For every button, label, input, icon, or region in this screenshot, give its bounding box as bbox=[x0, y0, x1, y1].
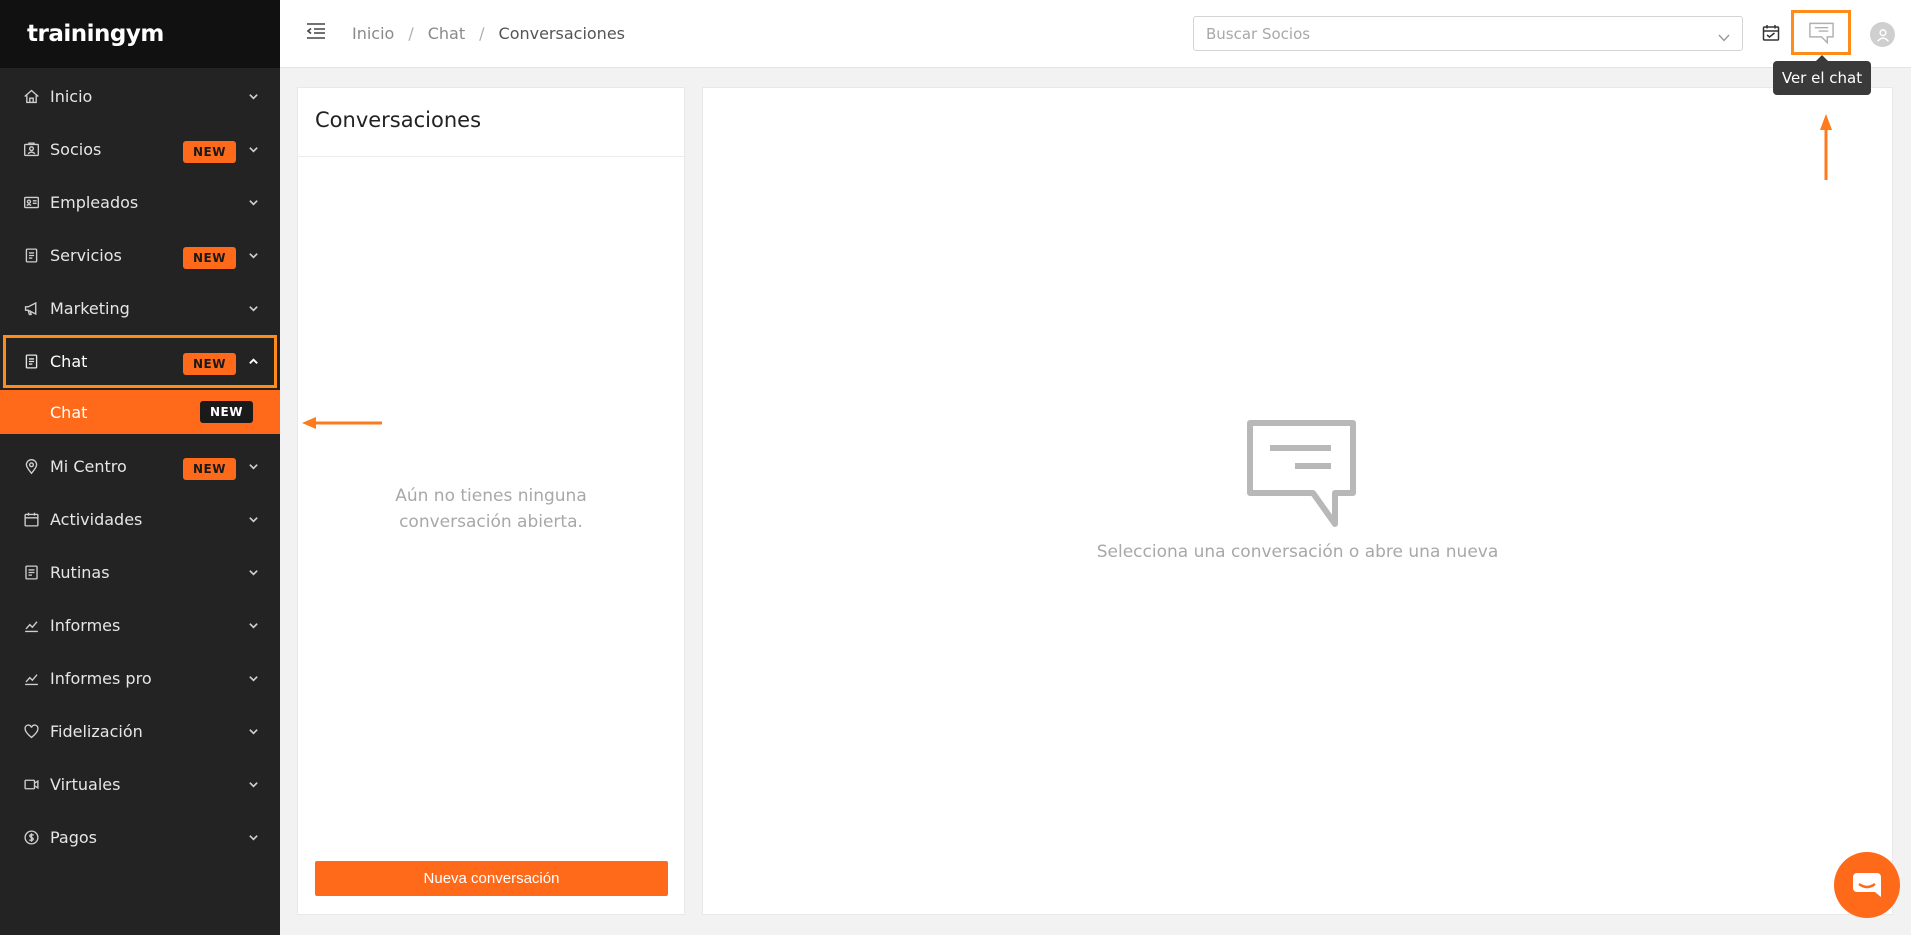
chevron-down-icon bbox=[248, 91, 259, 102]
search-placeholder: Buscar Socios bbox=[1206, 24, 1311, 43]
new-badge: NEW bbox=[200, 401, 253, 423]
conversations-panel: Conversaciones Aún no tienes ninguna con… bbox=[297, 87, 685, 915]
conversations-empty-text: Aún no tienes ninguna conversación abier… bbox=[395, 486, 587, 532]
user-avatar[interactable] bbox=[1870, 22, 1895, 47]
conversation-empty-text: Selecciona una conversación o abre una n… bbox=[1096, 542, 1499, 562]
chevron-down-icon bbox=[1718, 29, 1730, 42]
calendar-check-icon[interactable] bbox=[1762, 24, 1780, 42]
tooltip-text: Ver el chat bbox=[1781, 69, 1863, 87]
sidebar-subitem-chat[interactable]: Chat NEW bbox=[0, 390, 280, 434]
vcard-icon bbox=[23, 194, 40, 211]
chevron-down-icon bbox=[248, 779, 259, 790]
sidebar-item-informes-pro[interactable]: Informes pro bbox=[0, 652, 280, 705]
sidebar-item-chat[interactable]: Chat NEW bbox=[3, 335, 277, 388]
sidebar-item-servicios[interactable]: Servicios NEW bbox=[0, 229, 280, 282]
sidebar-item-label: Informes bbox=[50, 616, 121, 635]
breadcrumb-inicio[interactable]: Inicio bbox=[352, 24, 394, 43]
conversation-view-panel: Selecciona una conversación o abre una n… bbox=[702, 87, 1893, 915]
sidebar-item-label: Empleados bbox=[50, 193, 139, 212]
breadcrumb-separator: / bbox=[408, 24, 414, 43]
megaphone-icon bbox=[23, 300, 40, 317]
search-members-select[interactable]: Buscar Socios bbox=[1193, 16, 1743, 51]
chevron-down-icon bbox=[248, 567, 259, 578]
chevron-down-icon bbox=[248, 832, 259, 843]
support-chat-button[interactable] bbox=[1834, 852, 1900, 918]
chevron-down-icon bbox=[248, 461, 259, 472]
sidebar-item-label: Fidelización bbox=[50, 722, 143, 741]
chart-line-icon bbox=[23, 617, 40, 634]
sidebar-item-socios[interactable]: Socios NEW bbox=[0, 123, 280, 176]
sidebar-item-informes[interactable]: Informes bbox=[0, 599, 280, 652]
sidebar-subitem-label: Chat bbox=[50, 402, 88, 422]
sidebar-item-label: Servicios bbox=[50, 246, 122, 265]
heart-icon bbox=[23, 723, 40, 740]
document-icon bbox=[23, 247, 40, 264]
chevron-down-icon bbox=[248, 303, 259, 314]
id-card-icon bbox=[23, 141, 40, 158]
top-bar: Inicio / Chat / Conversaciones Buscar So… bbox=[280, 0, 1911, 68]
new-conversation-button[interactable]: Nueva conversación bbox=[315, 861, 668, 896]
sidebar-item-virtuales[interactable]: Virtuales bbox=[0, 758, 280, 811]
sidebar-item-label: Chat bbox=[50, 352, 88, 371]
new-badge: NEW bbox=[183, 141, 236, 163]
view-chat-button[interactable] bbox=[1791, 10, 1851, 55]
sidebar-item-marketing[interactable]: Marketing bbox=[0, 282, 280, 335]
sidebar-item-label: Informes pro bbox=[50, 669, 152, 688]
sidebar-item-label: Socios bbox=[50, 140, 102, 159]
sidebar-item-actividades[interactable]: Actividades bbox=[0, 493, 280, 546]
chevron-down-icon bbox=[248, 197, 259, 208]
sidebar-item-empleados[interactable]: Empleados bbox=[0, 176, 280, 229]
sidebar-item-label: Pagos bbox=[50, 828, 98, 847]
chat-document-icon bbox=[23, 353, 40, 370]
annotation-arrow-up bbox=[1820, 114, 1832, 180]
chevron-up-icon bbox=[248, 356, 259, 367]
new-badge: NEW bbox=[183, 353, 236, 375]
sidebar-item-inicio[interactable]: Inicio bbox=[0, 70, 280, 123]
menu-collapse-icon[interactable] bbox=[306, 22, 326, 40]
sidebar: trainingym Inicio Socios NEW Empleados S… bbox=[0, 0, 280, 935]
view-chat-tooltip: Ver el chat bbox=[1773, 55, 1871, 95]
clipboard-icon bbox=[23, 564, 40, 581]
dollar-coin-icon bbox=[23, 829, 40, 846]
sidebar-item-label: Rutinas bbox=[50, 563, 110, 582]
sidebar-item-rutinas[interactable]: Rutinas bbox=[0, 546, 280, 599]
chat-support-icon bbox=[1853, 873, 1881, 897]
breadcrumb-chat[interactable]: Chat bbox=[428, 24, 465, 43]
location-pin-icon bbox=[23, 458, 40, 475]
sidebar-item-label: Mi Centro bbox=[50, 457, 127, 476]
sidebar-item-label: Inicio bbox=[50, 87, 93, 106]
chevron-down-icon bbox=[248, 726, 259, 737]
sidebar-item-label: Actividades bbox=[50, 510, 143, 529]
sidebar-item-fidelizacion[interactable]: Fidelización bbox=[0, 705, 280, 758]
breadcrumb: Inicio / Chat / Conversaciones bbox=[352, 24, 625, 43]
sidebar-item-mi-centro[interactable]: Mi Centro NEW bbox=[0, 440, 280, 493]
logo-text: trainingym bbox=[27, 21, 164, 47]
chevron-down-icon bbox=[248, 673, 259, 684]
chat-bubble-icon bbox=[1808, 22, 1834, 44]
divider bbox=[298, 156, 684, 157]
brand-logo[interactable]: trainingym bbox=[0, 0, 280, 68]
new-badge: NEW bbox=[183, 247, 236, 269]
breadcrumb-conversaciones: Conversaciones bbox=[498, 24, 625, 43]
chart-line-icon bbox=[23, 670, 40, 687]
sidebar-item-label: Marketing bbox=[50, 299, 130, 318]
chevron-down-icon bbox=[248, 620, 259, 631]
annotation-arrow-left bbox=[302, 417, 382, 429]
home-icon bbox=[23, 88, 40, 105]
video-camera-icon bbox=[23, 776, 40, 793]
chat-bubble-icon bbox=[1247, 420, 1356, 527]
sidebar-item-pagos[interactable]: Pagos bbox=[0, 811, 280, 864]
conversations-title: Conversaciones bbox=[315, 108, 482, 132]
new-badge: NEW bbox=[183, 458, 236, 480]
sidebar-menu: Inicio Socios NEW Empleados Servicios NE… bbox=[0, 70, 280, 864]
breadcrumb-separator: / bbox=[479, 24, 485, 43]
chevron-down-icon bbox=[248, 144, 259, 155]
chevron-down-icon bbox=[248, 514, 259, 525]
sidebar-item-label: Virtuales bbox=[50, 775, 121, 794]
chevron-down-icon bbox=[248, 250, 259, 261]
calendar-icon bbox=[23, 511, 40, 528]
